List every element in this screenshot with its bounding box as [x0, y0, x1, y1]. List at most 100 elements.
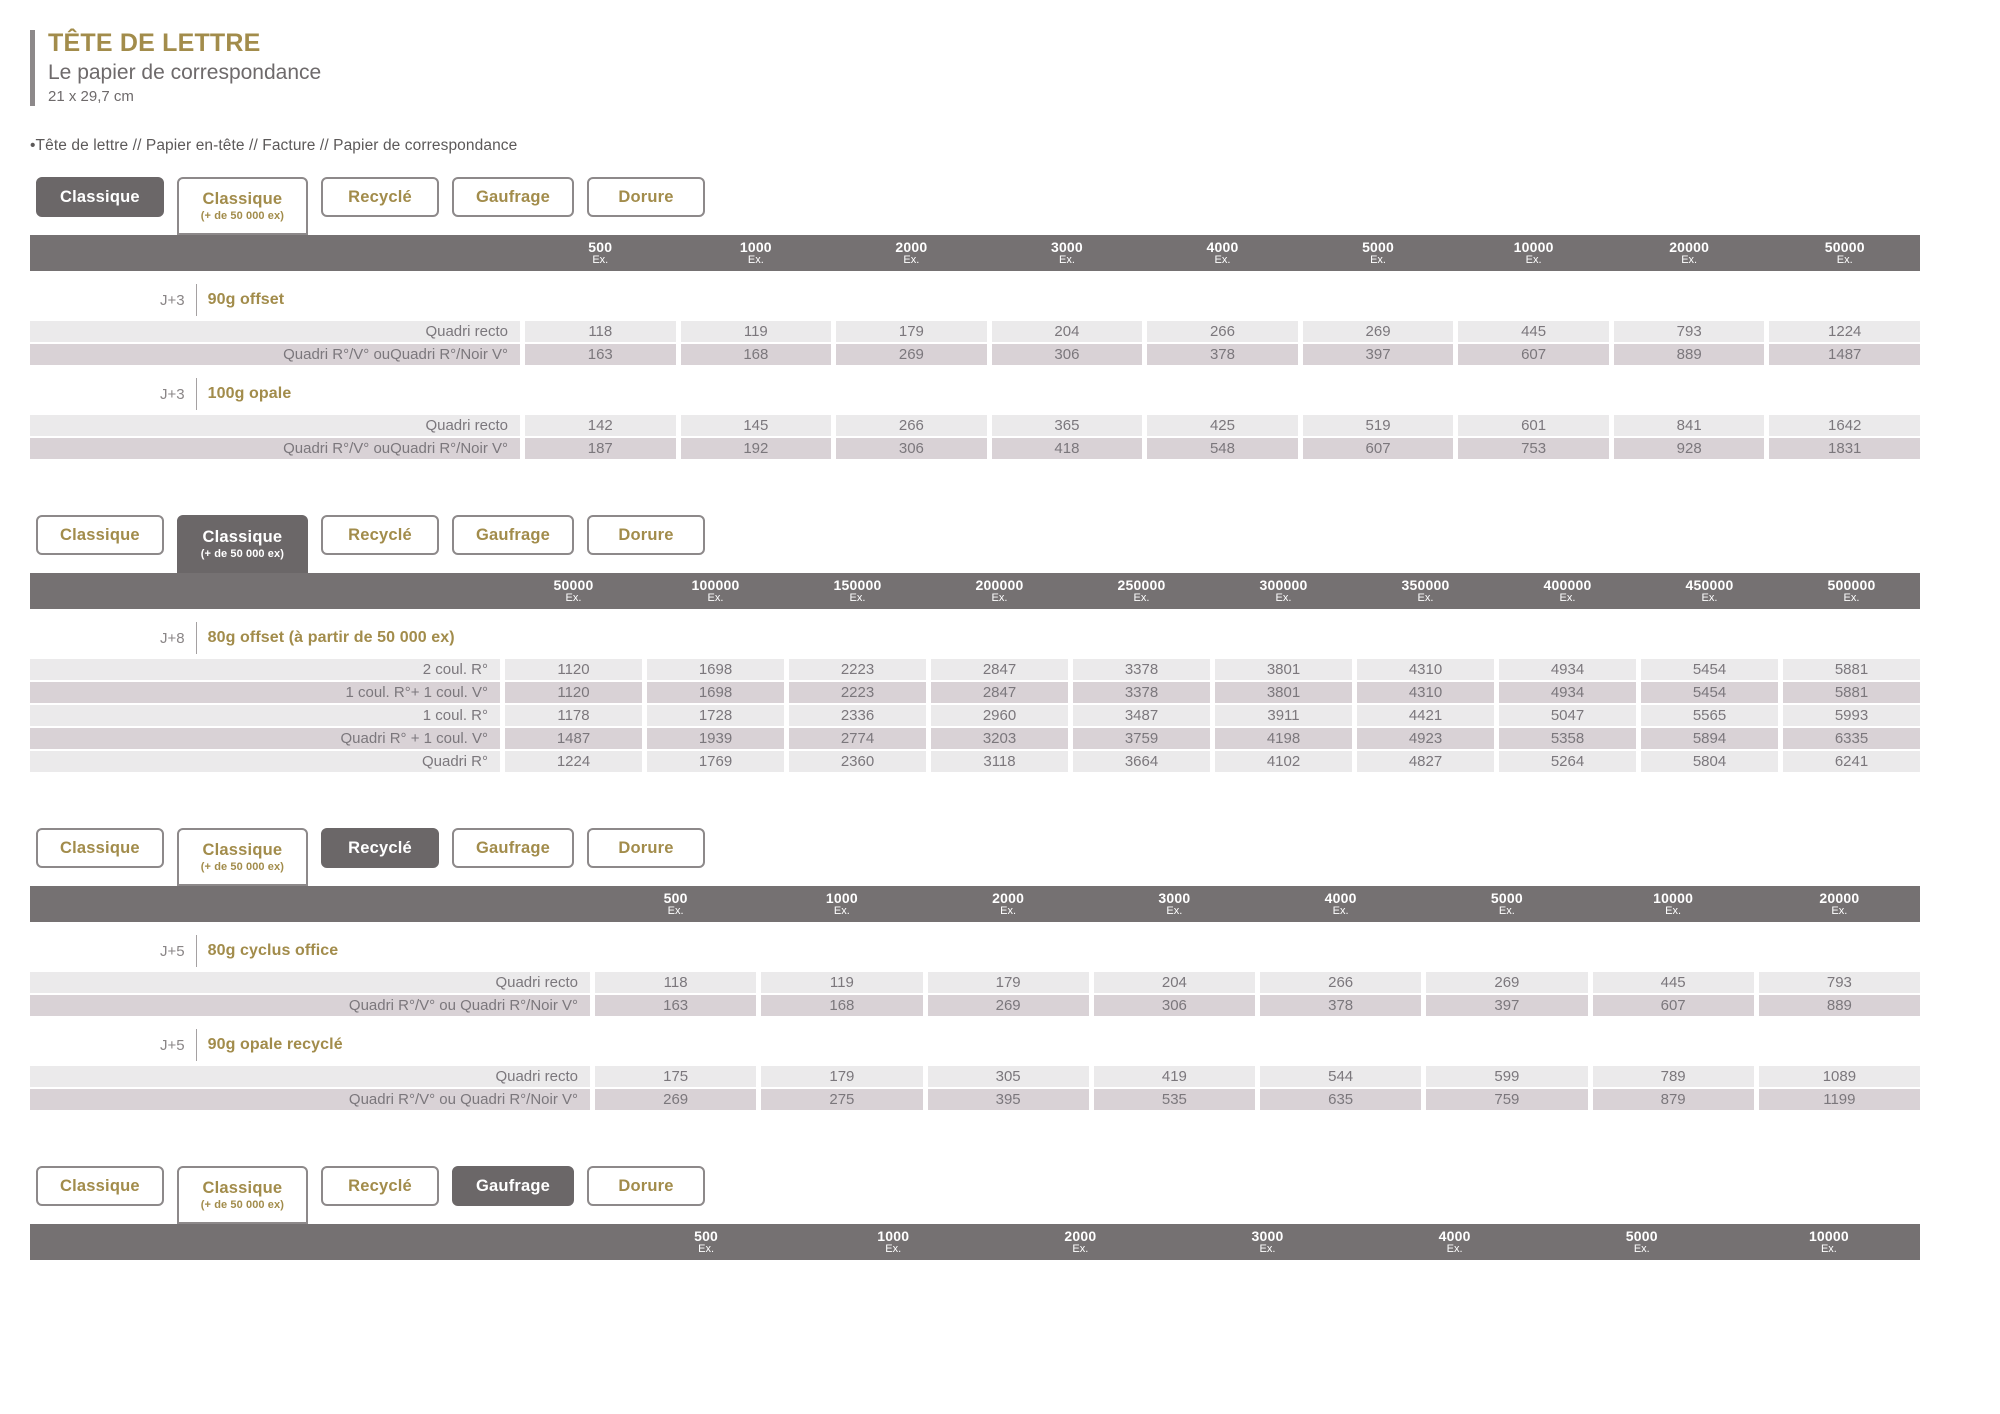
row-label: 1 coul. R°+ 1 coul. V°	[30, 682, 500, 703]
tab-dorure[interactable]: Dorure	[587, 177, 705, 217]
tab-label: Recyclé	[348, 188, 412, 207]
price-cell: 163	[595, 995, 756, 1016]
price-cell: 5454	[1641, 659, 1778, 680]
divider	[196, 935, 197, 967]
tab-recycle[interactable]: Recyclé	[321, 515, 439, 555]
price-row: Quadri R°1224176923603118366441024827526…	[30, 751, 1920, 772]
tab-classique-plus-50000[interactable]: Classique(+ de 50 000 ex)	[177, 177, 308, 235]
price-cell: 3801	[1215, 659, 1352, 680]
quantity-value: 20000	[1819, 891, 1859, 906]
quantity-column-header: 3000Ex.	[992, 240, 1143, 267]
tab-dorure[interactable]: Dorure	[587, 515, 705, 555]
row-label: Quadri R°/V° ou Quadri R°/Noir V°	[30, 1089, 590, 1110]
page-title: TÊTE DE LETTRE	[48, 30, 1920, 58]
tab-dorure[interactable]: Dorure	[587, 828, 705, 868]
price-cell: 2847	[931, 682, 1068, 703]
price-cell: 1698	[647, 682, 784, 703]
section-body: J+880g offset (à partir de 50 000 ex)2 c…	[30, 622, 1920, 772]
quantity-value: 4000	[1207, 240, 1239, 255]
tab-gaufrage[interactable]: Gaufrage	[452, 828, 574, 868]
tab-gaufrage[interactable]: Gaufrage	[452, 1166, 574, 1206]
tab-gaufrage[interactable]: Gaufrage	[452, 177, 574, 217]
quantity-unit: Ex.	[1276, 593, 1292, 605]
price-row: 1 coul. R°+ 1 coul. V°112016982223284733…	[30, 682, 1920, 703]
tab-label: Classique	[203, 841, 283, 860]
tab-label: Dorure	[618, 188, 673, 207]
price-cell: 3378	[1073, 659, 1210, 680]
quantity-column-header: 5000Ex.	[1303, 240, 1454, 267]
price-cell: 378	[1260, 995, 1421, 1016]
tab-classique[interactable]: Classique	[36, 828, 164, 868]
tab-recycle[interactable]: Recyclé	[321, 177, 439, 217]
price-cell: 1120	[505, 682, 642, 703]
quantity-value: 200000	[976, 578, 1024, 593]
tab-label: Gaufrage	[476, 526, 550, 545]
tab-classique-plus-50000[interactable]: Classique(+ de 50 000 ex)	[177, 515, 308, 573]
quantity-unit: Ex.	[1560, 593, 1576, 605]
price-cell: 1199	[1759, 1089, 1920, 1110]
price-row: 1 coul. R°117817282336296034873911442150…	[30, 705, 1920, 726]
price-cell: 5264	[1499, 751, 1636, 772]
price-cell: 418	[992, 438, 1143, 459]
tab-classique[interactable]: Classique	[36, 1166, 164, 1206]
price-cell: 607	[1593, 995, 1754, 1016]
row-label: 2 coul. R°	[30, 659, 500, 680]
price-cell: 2223	[789, 659, 926, 680]
price-cell: 269	[595, 1089, 756, 1110]
tab-bar: ClassiqueClassique(+ de 50 000 ex)Recycl…	[36, 828, 1920, 886]
quantity-value: 2000	[992, 891, 1024, 906]
quantity-value: 150000	[834, 578, 882, 593]
tab-recycle[interactable]: Recyclé	[321, 1166, 439, 1206]
price-cell: 378	[1147, 344, 1298, 365]
quantity-value: 3000	[1158, 891, 1190, 906]
product-group-header: J+3100g opale	[30, 378, 1920, 410]
quantity-column-header: 500Ex.	[595, 891, 756, 918]
quantity-column-header: 100000Ex.	[647, 578, 784, 605]
tab-label: Classique	[60, 839, 140, 858]
page-format: 21 x 29,7 cm	[48, 87, 1920, 107]
quantity-unit: Ex.	[1447, 1244, 1463, 1256]
row-label: Quadri recto	[30, 321, 520, 342]
quantity-column-header: 1000Ex.	[681, 240, 832, 267]
quantity-column-header: 500000Ex.	[1783, 578, 1920, 605]
price-cell: 5993	[1783, 705, 1920, 726]
quantity-column-header: 1000Ex.	[802, 1229, 984, 1256]
quantity-unit: Ex.	[698, 1244, 714, 1256]
tab-classique[interactable]: Classique	[36, 177, 164, 217]
tab-classique[interactable]: Classique	[36, 515, 164, 555]
quantity-unit: Ex.	[1634, 1244, 1650, 1256]
quantity-column-header: 350000Ex.	[1357, 578, 1494, 605]
price-cell: 1224	[1769, 321, 1920, 342]
tab-dorure[interactable]: Dorure	[587, 1166, 705, 1206]
tab-recycle[interactable]: Recyclé	[321, 828, 439, 868]
price-cell: 519	[1303, 415, 1454, 436]
tab-label: Dorure	[618, 839, 673, 858]
keywords-line: •Tête de lettre // Papier en-tête // Fac…	[30, 137, 1920, 155]
price-row: Quadri recto1421452663654255196018411642	[30, 415, 1920, 436]
divider	[196, 284, 197, 316]
tab-classique-plus-50000[interactable]: Classique(+ de 50 000 ex)	[177, 828, 308, 886]
quantity-column-header: 250000Ex.	[1073, 578, 1210, 605]
price-cell: 5565	[1641, 705, 1778, 726]
tab-gaufrage[interactable]: Gaufrage	[452, 515, 574, 555]
quantity-value: 300000	[1260, 578, 1308, 593]
quantity-column-header: 5000Ex.	[1551, 1229, 1733, 1256]
tab-label: Gaufrage	[476, 188, 550, 207]
price-cell: 5047	[1499, 705, 1636, 726]
price-cell: 5454	[1641, 682, 1778, 703]
price-cell: 142	[525, 415, 676, 436]
price-row: Quadri recto1181191792042662694457931224	[30, 321, 1920, 342]
price-cell: 1698	[647, 659, 784, 680]
quantity-column-header: 4000Ex.	[1147, 240, 1298, 267]
delay-label: J+8	[160, 630, 185, 647]
price-cell: 4102	[1215, 751, 1352, 772]
price-cell: 2336	[789, 705, 926, 726]
page-subtitle: Le papier de correspondance	[48, 60, 1920, 86]
quantity-column-header: 20000Ex.	[1759, 891, 1920, 918]
price-cell: 175	[595, 1066, 756, 1087]
tab-classique-plus-50000[interactable]: Classique(+ de 50 000 ex)	[177, 1166, 308, 1224]
price-cell: 192	[681, 438, 832, 459]
delay-label: J+5	[160, 943, 185, 960]
price-cell: 306	[1094, 995, 1255, 1016]
price-cell: 1487	[505, 728, 642, 749]
